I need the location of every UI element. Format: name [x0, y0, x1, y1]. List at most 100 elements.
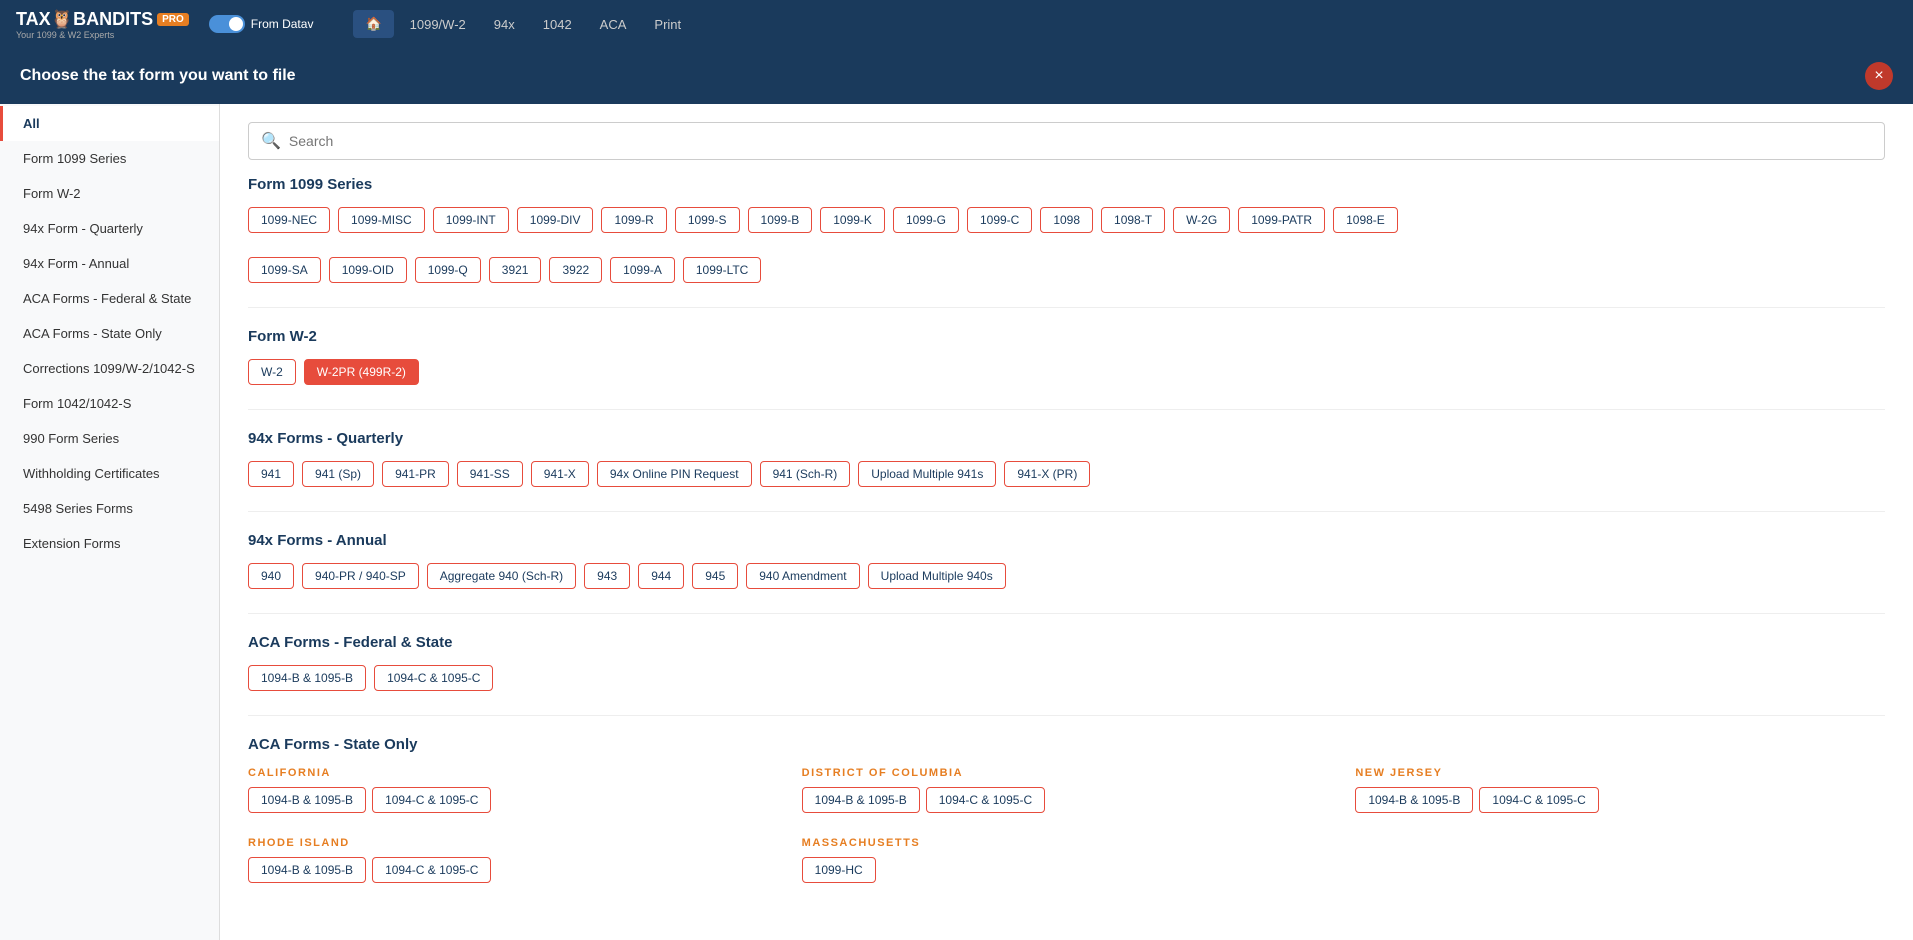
form-tag[interactable]: W-2 — [248, 359, 296, 385]
modal-header: Choose the tax form you want to file × — [0, 48, 1913, 104]
form-tag[interactable]: 940 Amendment — [746, 563, 859, 589]
form-tag[interactable]: 1099-OID — [329, 257, 407, 283]
form-tag[interactable]: Aggregate 940 (Sch-R) — [427, 563, 576, 589]
state-form-tag[interactable]: 1094-C & 1095-C — [926, 787, 1045, 813]
form-tag[interactable]: 1099-NEC — [248, 207, 330, 233]
form-tags-aca-federal: 1094-B & 1095-B 1094-C & 1095-C — [248, 665, 1885, 691]
state-form-tag[interactable]: 1094-B & 1095-B — [1355, 787, 1473, 813]
state-form-tag[interactable]: 1094-B & 1095-B — [802, 787, 920, 813]
pro-badge: PRO — [157, 13, 189, 26]
state-form-tag[interactable]: 1094-C & 1095-C — [372, 787, 491, 813]
app-header: TAX🦉BANDITS PRO Your 1099 & W2 Experts F… — [0, 0, 1913, 48]
toggle-area[interactable]: From Datav — [209, 15, 314, 33]
form-tag[interactable]: 941-X (PR) — [1004, 461, 1090, 487]
menu-item-w2[interactable]: Form W-2 — [0, 176, 219, 211]
form-tag[interactable]: 941 (Sp) — [302, 461, 374, 487]
form-tag[interactable]: 1098-T — [1101, 207, 1165, 233]
form-tag[interactable]: 1099-DIV — [517, 207, 594, 233]
state-tags: 1094-B & 1095-B1094-C & 1095-C — [1355, 787, 1885, 813]
form-tag[interactable]: 1094-B & 1095-B — [248, 665, 366, 691]
menu-item-94x-quarterly[interactable]: 94x Form - Quarterly — [0, 211, 219, 246]
nav-aca[interactable]: ACA — [588, 11, 639, 38]
datav-toggle[interactable] — [209, 15, 245, 33]
form-tag[interactable]: 1099-A — [610, 257, 675, 283]
menu-item-all[interactable]: All — [0, 106, 219, 141]
state-block: MASSACHUSETTS1099-HC — [802, 837, 1332, 883]
menu-item-990[interactable]: 990 Form Series — [0, 421, 219, 456]
form-tag[interactable]: Upload Multiple 941s — [858, 461, 996, 487]
nav-print[interactable]: Print — [642, 11, 693, 38]
section-title-aca-federal: ACA Forms - Federal & State — [248, 634, 1885, 651]
form-tag[interactable]: 941-PR — [382, 461, 449, 487]
form-tag[interactable]: 1099-G — [893, 207, 959, 233]
menu-item-1099[interactable]: Form 1099 Series — [0, 141, 219, 176]
form-tag[interactable]: 94x Online PIN Request — [597, 461, 752, 487]
section-title-quarterly: 94x Forms - Quarterly — [248, 430, 1885, 447]
section-title-annual: 94x Forms - Annual — [248, 532, 1885, 549]
menu-item-1042[interactable]: Form 1042/1042-S — [0, 386, 219, 421]
form-tag[interactable]: 1099-S — [675, 207, 740, 233]
menu-item-extension[interactable]: Extension Forms — [0, 526, 219, 561]
search-box: 🔍 — [248, 122, 1885, 160]
form-tag[interactable]: 945 — [692, 563, 738, 589]
form-tag[interactable]: 1099-B — [748, 207, 813, 233]
form-tag[interactable]: 3922 — [549, 257, 602, 283]
form-tag[interactable]: 1099-R — [601, 207, 666, 233]
form-tag[interactable]: 1099-C — [967, 207, 1032, 233]
form-tag[interactable]: 1099-INT — [433, 207, 509, 233]
toggle-label: From Datav — [251, 17, 314, 31]
menu-item-corrections[interactable]: Corrections 1099/W-2/1042-S — [0, 351, 219, 386]
section-title-aca-state: ACA Forms - State Only — [248, 736, 1885, 753]
state-block: RHODE ISLAND 1094-B & 1095-B1094-C & 1095… — [248, 837, 778, 883]
form-tag[interactable]: W-2G — [1173, 207, 1230, 233]
nav-1099w2[interactable]: 1099/W-2 — [398, 11, 478, 38]
form-tag[interactable]: 940 — [248, 563, 294, 589]
form-tag[interactable]: 941-SS — [457, 461, 523, 487]
modal-title: Choose the tax form you want to file — [20, 67, 296, 85]
state-form-tag[interactable]: 1094-B & 1095-B — [248, 857, 366, 883]
form-tag[interactable]: 1098 — [1040, 207, 1093, 233]
search-icon: 🔍 — [261, 131, 281, 151]
state-form-tag[interactable]: 1099-HC — [802, 857, 876, 883]
form-tag[interactable]: Upload Multiple 940s — [868, 563, 1006, 589]
form-tag[interactable]: 943 — [584, 563, 630, 589]
state-form-tag[interactable]: 1094-C & 1095-C — [1479, 787, 1598, 813]
menu-item-aca-federal[interactable]: ACA Forms - Federal & State — [0, 281, 219, 316]
form-tag[interactable]: 1099-PATR — [1238, 207, 1325, 233]
menu-item-withholding[interactable]: Withholding Certificates — [0, 456, 219, 491]
modal-close-button[interactable]: × — [1865, 62, 1893, 90]
form-tags-w2: W-2 W-2PR (499R-2) — [248, 359, 1885, 385]
menu-item-aca-state[interactable]: ACA Forms - State Only — [0, 316, 219, 351]
main-nav: 🏠 1099/W-2 94x 1042 ACA Print — [353, 10, 693, 38]
menu-item-94x-annual[interactable]: 94x Form - Annual — [0, 246, 219, 281]
state-form-tag[interactable]: 1094-B & 1095-B — [248, 787, 366, 813]
form-tag[interactable]: 1099-K — [820, 207, 885, 233]
state-name: RHODE ISLAND — [248, 837, 778, 849]
section-title-w2: Form W-2 — [248, 328, 1885, 345]
state-grid: CALIFORNIA1094-B & 1095-B1094-C & 1095-C… — [248, 767, 1885, 883]
form-tag[interactable]: 1099-MISC — [338, 207, 425, 233]
form-tag[interactable]: 1099-LTC — [683, 257, 761, 283]
state-name: DISTRICT OF COLUMBIA — [802, 767, 1332, 779]
form-tags-quarterly: 941 941 (Sp) 941-PR 941-SS 941-X 94x Online P… — [248, 461, 1885, 487]
form-tag[interactable]: 1099-Q — [415, 257, 481, 283]
form-tag[interactable]: 944 — [638, 563, 684, 589]
form-tag[interactable]: 1098-E — [1333, 207, 1398, 233]
form-tag[interactable]: 941 (Sch-R) — [760, 461, 851, 487]
menu-item-5498[interactable]: 5498 Series Forms — [0, 491, 219, 526]
state-form-tag[interactable]: 1094-C & 1095-C — [372, 857, 491, 883]
form-tag[interactable]: 1099-SA — [248, 257, 321, 283]
form-tag[interactable]: 3921 — [489, 257, 542, 283]
form-tag[interactable]: 1094-C & 1095-C — [374, 665, 493, 691]
form-tag[interactable]: W-2PR (499R-2) — [304, 359, 419, 385]
state-block: DISTRICT OF COLUMBIA 1094-B & 1095-B1094-… — [802, 767, 1332, 813]
modal-container: Choose the tax form you want to file × A… — [0, 48, 1913, 940]
state-name: NEW JERSEY — [1355, 767, 1885, 779]
nav-94x[interactable]: 94x — [482, 11, 527, 38]
search-input[interactable] — [289, 133, 1872, 149]
form-tag[interactable]: 941 — [248, 461, 294, 487]
nav-1042[interactable]: 1042 — [531, 11, 584, 38]
nav-home[interactable]: 🏠 — [353, 10, 393, 38]
form-tag[interactable]: 940-PR / 940-SP — [302, 563, 419, 589]
form-tag[interactable]: 941-X — [531, 461, 589, 487]
